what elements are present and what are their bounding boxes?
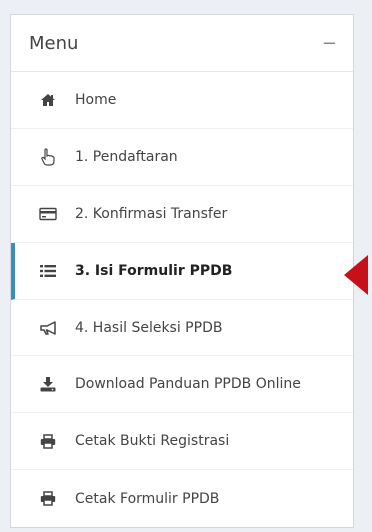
menu-list: Home 1. Pendaftaran 2. Konfirmasi Transf…	[11, 72, 353, 527]
menu-item-label: 2. Konfirmasi Transfer	[75, 205, 228, 222]
menu-item-label: Cetak Bukti Registrasi	[75, 433, 230, 450]
list-icon	[37, 264, 59, 278]
menu-item-cetak-bukti[interactable]: Cetak Bukti Registrasi	[11, 413, 353, 471]
bullhorn-icon	[37, 320, 59, 335]
menu-item-isi-formulir[interactable]: 3. Isi Formulir PPDB	[11, 242, 353, 300]
hand-pointer-icon	[37, 148, 59, 166]
menu-header: Menu −	[11, 15, 353, 72]
menu-title: Menu	[29, 32, 79, 54]
print-icon	[37, 434, 59, 449]
menu-item-cetak-formulir[interactable]: Cetak Formulir PPDB	[11, 470, 353, 527]
menu-item-konfirmasi-transfer[interactable]: 2. Konfirmasi Transfer	[11, 186, 353, 243]
menu-item-label: 4. Hasil Seleksi PPDB	[75, 319, 223, 336]
collapse-button[interactable]: −	[322, 33, 337, 54]
menu-item-download-panduan[interactable]: Download Panduan PPDB Online	[11, 356, 353, 414]
credit-card-icon	[37, 207, 59, 221]
menu-panel: Menu − Home 1. Pendaftaran 2. Konfirmasi…	[10, 14, 354, 528]
red-arrow-pointer	[344, 255, 368, 295]
download-icon	[37, 376, 59, 392]
menu-item-label: Download Panduan PPDB Online	[75, 376, 301, 393]
print-icon	[37, 491, 59, 506]
menu-item-label: Cetak Formulir PPDB	[75, 490, 220, 507]
menu-item-label: 1. Pendaftaran	[75, 148, 178, 165]
menu-item-label: Home	[75, 91, 117, 108]
menu-item-hasil-seleksi[interactable]: 4. Hasil Seleksi PPDB	[11, 300, 353, 357]
menu-item-pendaftaran[interactable]: 1. Pendaftaran	[11, 129, 353, 186]
menu-item-label: 3. Isi Formulir PPDB	[75, 262, 233, 279]
home-icon	[37, 93, 59, 107]
menu-item-home[interactable]: Home	[11, 72, 353, 129]
